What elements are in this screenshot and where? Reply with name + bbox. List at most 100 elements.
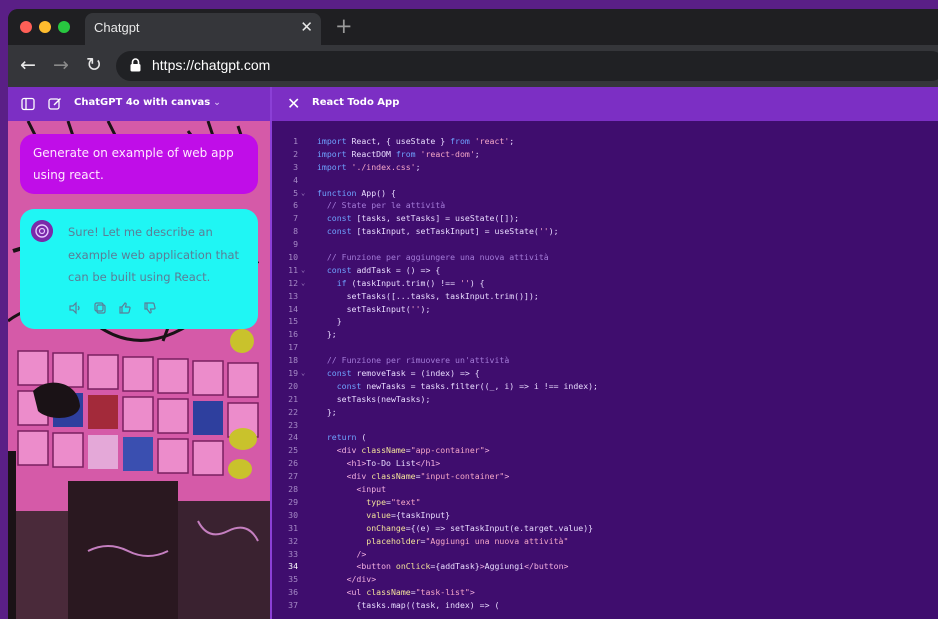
line-number: 19 <box>288 368 298 379</box>
line-number: 34 <box>288 561 298 572</box>
code-line[interactable]: 28 <input <box>272 483 938 496</box>
code-text: setTaskInput(''); <box>317 303 431 314</box>
reload-icon[interactable]: ↻ <box>86 54 102 76</box>
code-line[interactable]: 15 } <box>272 315 938 328</box>
tab-close-icon[interactable]: ✕ <box>300 18 313 36</box>
code-line[interactable]: 8 const [taskInput, setTaskInput] = useS… <box>272 225 938 238</box>
line-number: 8 <box>293 226 298 237</box>
sidebar-toggle-icon[interactable] <box>21 97 35 111</box>
code-line[interactable]: 34 <button onClick={addTask}>Aggiungi</b… <box>272 560 938 573</box>
code-text: <h1>To-Do List</h1> <box>346 458 441 469</box>
code-editor[interactable]: 1 import React, { useState } from 'react'… <box>272 135 938 612</box>
code-line[interactable]: 24 return ( <box>272 431 938 444</box>
close-window-button[interactable] <box>20 21 32 33</box>
code-text: setTasks(newTasks); <box>317 393 431 404</box>
code-line[interactable]: 5 ⌄ function App() { <box>272 187 938 200</box>
code-line[interactable]: 22 }; <box>272 406 938 419</box>
chevron-down-icon: ⌄ <box>213 98 221 108</box>
fold-chevron-icon[interactable]: ⌄ <box>301 277 305 290</box>
code-text: value={taskInput} <box>366 509 451 520</box>
line-number: 15 <box>288 316 298 327</box>
line-number: 37 <box>288 600 298 611</box>
chat-header: ChatGPT 4o with canvas ⌄ <box>8 87 270 121</box>
code-line[interactable]: 29 type="text" <box>272 496 938 509</box>
code-line[interactable]: 1 import React, { useState } from 'react'… <box>272 135 938 148</box>
line-number: 28 <box>288 484 298 495</box>
code-line[interactable]: 10 // Funzione per aggiungere una nuova … <box>272 251 938 264</box>
copy-icon[interactable] <box>93 300 107 314</box>
code-text: const [taskInput, setTaskInput] = useSta… <box>326 226 559 237</box>
code-line[interactable]: 17 <box>272 341 938 354</box>
thumbs-down-icon[interactable] <box>143 300 157 314</box>
thumbs-up-icon[interactable] <box>118 300 132 314</box>
code-line[interactable]: 2 import ReactDOM from 'react-dom'; <box>272 148 938 161</box>
code-line[interactable]: 4 <box>272 174 938 187</box>
minimize-window-button[interactable] <box>39 21 51 33</box>
back-arrow-icon[interactable]: ← <box>20 54 36 76</box>
model-selector[interactable]: ChatGPT 4o with canvas ⌄ <box>74 97 221 108</box>
forward-arrow-icon[interactable]: → <box>53 54 69 76</box>
line-number: 12 <box>288 277 298 288</box>
code-text: placeholder="Aggiungi una nuova attività… <box>366 535 569 546</box>
code-line[interactable]: 35 </div> <box>272 573 938 586</box>
code-line[interactable]: 13 setTasks([...tasks, taskInput.trim()]… <box>272 290 938 303</box>
code-text: }; <box>317 329 337 340</box>
code-line[interactable]: 33 /> <box>272 548 938 561</box>
code-line[interactable]: 14 setTaskInput(''); <box>272 303 938 316</box>
line-number: 26 <box>288 458 298 469</box>
browser-tab[interactable]: Chatgpt ✕ <box>85 13 321 45</box>
code-line[interactable]: 30 value={taskInput} <box>272 509 938 522</box>
fold-chevron-icon[interactable]: ⌄ <box>301 187 305 200</box>
code-line[interactable]: 3 import './index.css'; <box>272 161 938 174</box>
code-text: // State per le attività <box>326 200 446 211</box>
code-line[interactable]: 32 placeholder="Aggiungi una nuova attiv… <box>272 535 938 548</box>
code-line[interactable]: 11 ⌄ const addTask = () => { <box>272 264 938 277</box>
code-line[interactable]: 27 <div className="input-container"> <box>272 470 938 483</box>
line-number: 1 <box>293 136 298 146</box>
code-line[interactable]: 18 // Funzione per rimuovere un'attività <box>272 354 938 367</box>
maximize-window-button[interactable] <box>58 21 70 33</box>
code-text: const newTasks = tasks.filter((_, i) => … <box>336 380 598 391</box>
tab-title: Chatgpt <box>94 20 140 35</box>
line-number: 33 <box>288 548 298 559</box>
code-line[interactable]: 21 setTasks(newTasks); <box>272 393 938 406</box>
code-line[interactable]: 23 <box>272 419 938 432</box>
tab-strip: Chatgpt ✕ + <box>8 9 938 45</box>
url-text: https://chatgpt.com <box>152 57 271 73</box>
code-line[interactable]: 7 const [tasks, setTasks] = useState([])… <box>272 212 938 225</box>
code-line[interactable]: 9 <box>272 238 938 251</box>
line-number: 9 <box>293 239 298 250</box>
fold-chevron-icon[interactable]: ⌄ <box>301 264 305 277</box>
new-chat-icon[interactable] <box>48 97 62 111</box>
code-text: type="text" <box>366 496 421 507</box>
line-number: 36 <box>288 587 298 598</box>
line-number: 10 <box>288 252 298 263</box>
user-message-bubble: Generate on example of web app using rea… <box>20 134 258 194</box>
line-number: 31 <box>288 522 298 533</box>
code-line[interactable]: 19 ⌄ const removeTask = (index) => { <box>272 367 938 380</box>
code-text: </div> <box>346 574 377 585</box>
code-line[interactable]: 6 // State per le attività <box>272 199 938 212</box>
new-tab-icon[interactable]: + <box>335 14 353 38</box>
code-line[interactable]: 12 ⌄ if (taskInput.trim() !== '') { <box>272 277 938 290</box>
chatgpt-app: ChatGPT 4o with canvas ⌄ Generate on exa… <box>8 87 938 619</box>
line-number: 7 <box>293 213 298 224</box>
code-line[interactable]: 37 {tasks.map((task, index) => ( <box>272 599 938 612</box>
code-line[interactable]: 20 const newTasks = tasks.filter((_, i) … <box>272 380 938 393</box>
line-number: 21 <box>288 393 298 404</box>
code-line[interactable]: 26 <h1>To-Do List</h1> <box>272 457 938 470</box>
code-text: import ReactDOM from 'react-dom'; <box>317 148 480 159</box>
code-line[interactable]: 36 <ul className="task-list"> <box>272 586 938 599</box>
canvas-panel: ✕ React Todo App 1 import React, { useSta… <box>272 87 938 619</box>
code-line[interactable]: 16 }; <box>272 328 938 341</box>
code-text: setTasks([...tasks, taskInput.trim()]); <box>317 290 539 301</box>
line-number: 11 <box>288 264 298 275</box>
address-bar[interactable]: https://chatgpt.com <box>116 51 938 81</box>
fold-chevron-icon[interactable]: ⌄ <box>301 367 305 380</box>
assistant-message-bubble: Sure! Let me describe an example web app… <box>20 209 258 329</box>
speaker-icon[interactable] <box>68 300 82 315</box>
line-number: 32 <box>288 535 298 546</box>
code-line[interactable]: 31 onChange={(e) => setTaskInput(e.targe… <box>272 522 938 535</box>
code-line[interactable]: 25 <div className="app-container"> <box>272 444 938 457</box>
close-canvas-icon[interactable]: ✕ <box>287 94 300 113</box>
